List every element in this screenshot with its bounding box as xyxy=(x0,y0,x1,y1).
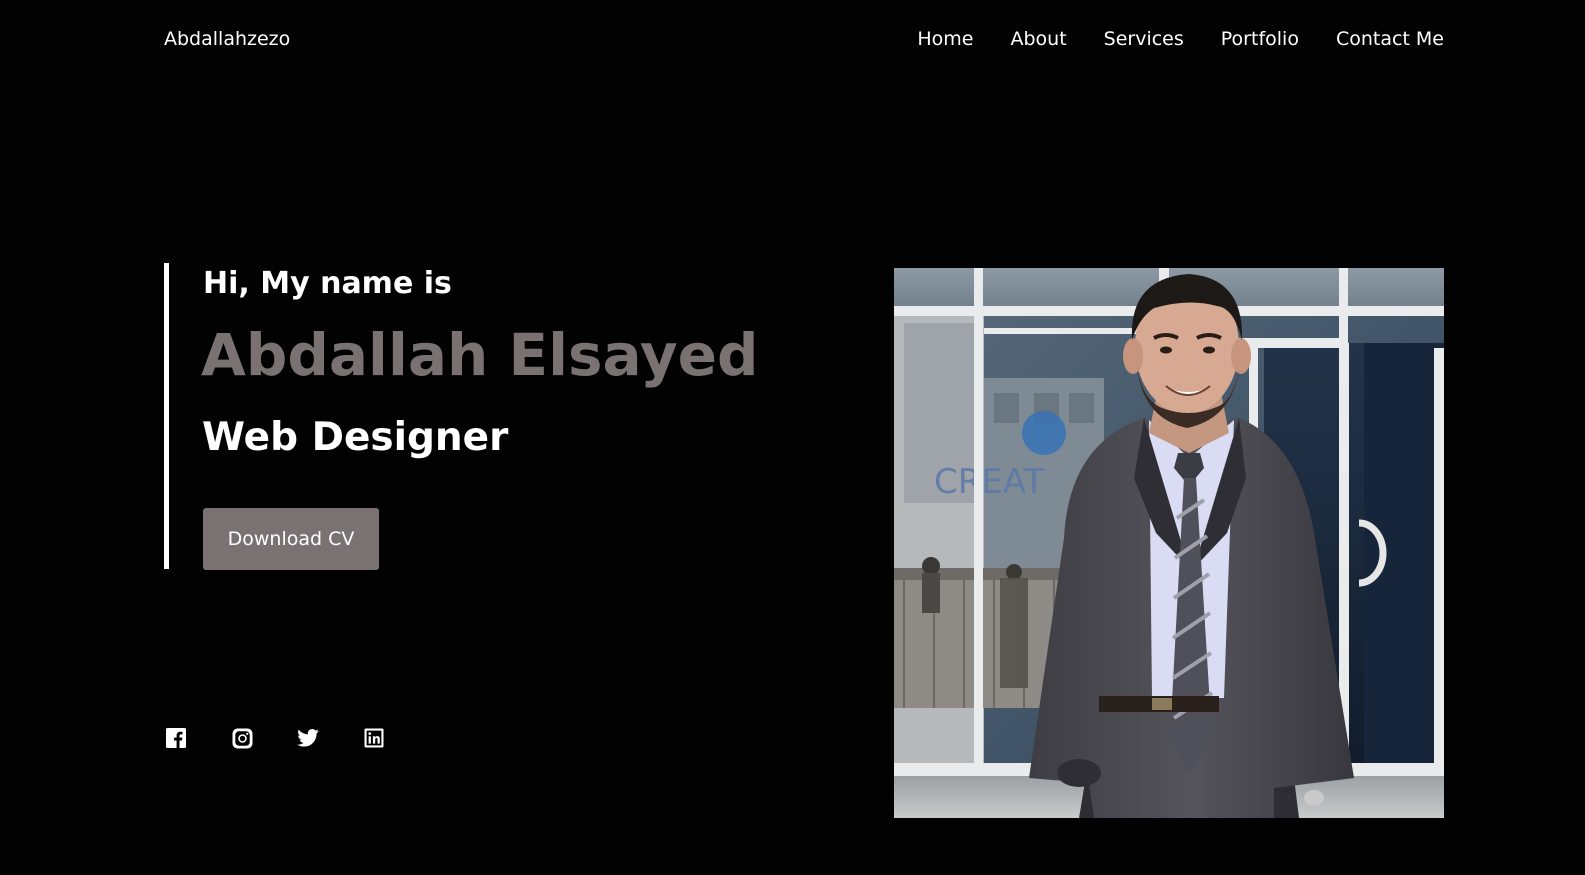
nav-services[interactable]: Services xyxy=(1104,28,1184,50)
download-cv-button[interactable]: Download CV xyxy=(203,508,379,570)
nav-home[interactable]: Home xyxy=(917,28,973,50)
hero-role: Web Designer xyxy=(202,415,509,460)
instagram-icon[interactable] xyxy=(231,727,253,749)
main-nav: Home About Services Portfolio Contact Me xyxy=(917,28,1444,50)
nav-portfolio[interactable]: Portfolio xyxy=(1221,28,1299,50)
nav-about[interactable]: About xyxy=(1010,28,1066,50)
svg-text:CREAT: CREAT xyxy=(934,462,1044,502)
nav-contact[interactable]: Contact Me xyxy=(1336,28,1444,50)
linkedin-icon[interactable] xyxy=(363,727,385,749)
profile-photo: CREAT xyxy=(894,268,1444,818)
site-logo[interactable]: Abdallahzezo xyxy=(164,28,290,50)
hero-greeting: Hi, My name is xyxy=(203,266,452,301)
facebook-icon[interactable] xyxy=(165,727,187,749)
portfolio-page: Abdallahzezo Home About Services Portfol… xyxy=(0,0,1585,875)
social-links xyxy=(165,727,429,749)
hero-intro: Hi, My name is Abdallah Elsayed Web Desi… xyxy=(164,263,804,570)
site-header: Abdallahzezo Home About Services Portfol… xyxy=(0,0,1585,82)
twitter-icon[interactable] xyxy=(297,727,319,749)
hero-name: Abdallah Elsayed xyxy=(201,321,759,389)
